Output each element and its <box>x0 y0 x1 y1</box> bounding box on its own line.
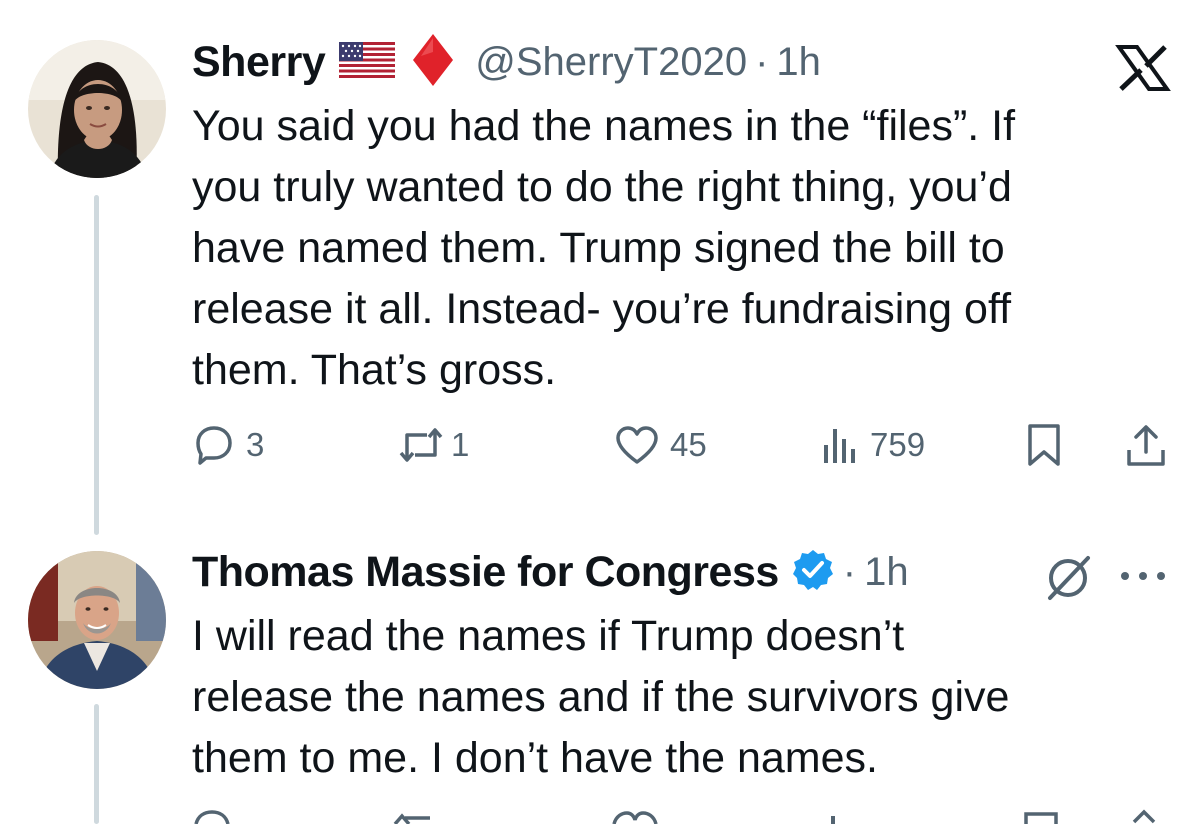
repost-count: 1 <box>451 426 470 463</box>
reply-icon <box>192 423 236 467</box>
thread-connector-line <box>94 195 99 535</box>
thread-connector-line <box>94 704 99 824</box>
user-handle[interactable]: @SherryT2020 <box>475 40 747 85</box>
bookmark-button[interactable] <box>1024 420 1064 470</box>
x-logo-icon[interactable] <box>1115 44 1171 92</box>
tweet-header: Sherry @SherryT2020 · 1h <box>192 32 821 93</box>
tweet-text-line: have named them. Trump signed the bill t… <box>192 224 1005 272</box>
tweet-text-line: you truly wanted to do the right thing, … <box>192 163 1012 211</box>
reply-count: 3 <box>246 426 265 463</box>
heart-icon <box>614 424 660 466</box>
verified-badge-icon <box>791 548 835 597</box>
views-button[interactable]: 759 <box>820 420 925 470</box>
more-options-icon[interactable] <box>1115 556 1171 596</box>
tweet-actions: 3 1 45 759 <box>192 420 1172 470</box>
view-count: 759 <box>870 426 926 463</box>
tweet-text: I will read the names if Trump doesn’t r… <box>192 606 1152 789</box>
like-button[interactable]: 45 <box>614 420 707 470</box>
flag-us-icon <box>339 41 396 83</box>
timestamp[interactable]: 1h <box>776 40 821 85</box>
separator-dot: · <box>842 549 857 594</box>
tweet-text-line: release the names and if the survivors g… <box>192 673 1010 721</box>
like-count: 45 <box>670 426 707 463</box>
display-name[interactable]: Thomas Massie for Congress <box>192 548 779 597</box>
tweet-text-line: them to me. I don’t have the names. <box>192 734 878 782</box>
bookmark-icon <box>1024 422 1064 468</box>
display-name[interactable]: Sherry <box>192 38 326 87</box>
grok-icon[interactable] <box>1040 548 1096 604</box>
tweet-text-line: them. That’s gross. <box>192 346 557 394</box>
reply-button[interactable]: 3 <box>192 420 264 470</box>
tweet-text-line: You said you had the names in the “files… <box>192 102 1016 150</box>
tweet-actions-partial <box>190 808 1170 824</box>
share-icon <box>1124 422 1168 468</box>
tweet-text-line: release it all. Instead- you’re fundrais… <box>192 285 1012 333</box>
avatar-thomas-massie[interactable] <box>28 551 166 689</box>
thread-view: Sherry @SherryT2020 · 1h You said you ha… <box>0 0 1200 824</box>
timestamp[interactable]: 1h <box>864 550 909 595</box>
tweet-header: Thomas Massie for Congress · 1h <box>192 544 909 600</box>
tweet-text: You said you had the names in the “files… <box>192 96 1152 401</box>
analytics-icon <box>820 423 860 467</box>
repost-button[interactable]: 1 <box>397 420 469 470</box>
tweet-text-line: I will read the names if Trump doesn’t <box>192 612 905 660</box>
separator-dot: · <box>755 39 769 84</box>
avatar-sherry[interactable] <box>28 40 166 178</box>
red-diamond-icon <box>411 32 455 93</box>
repost-icon <box>397 423 445 467</box>
share-button[interactable] <box>1124 420 1168 470</box>
